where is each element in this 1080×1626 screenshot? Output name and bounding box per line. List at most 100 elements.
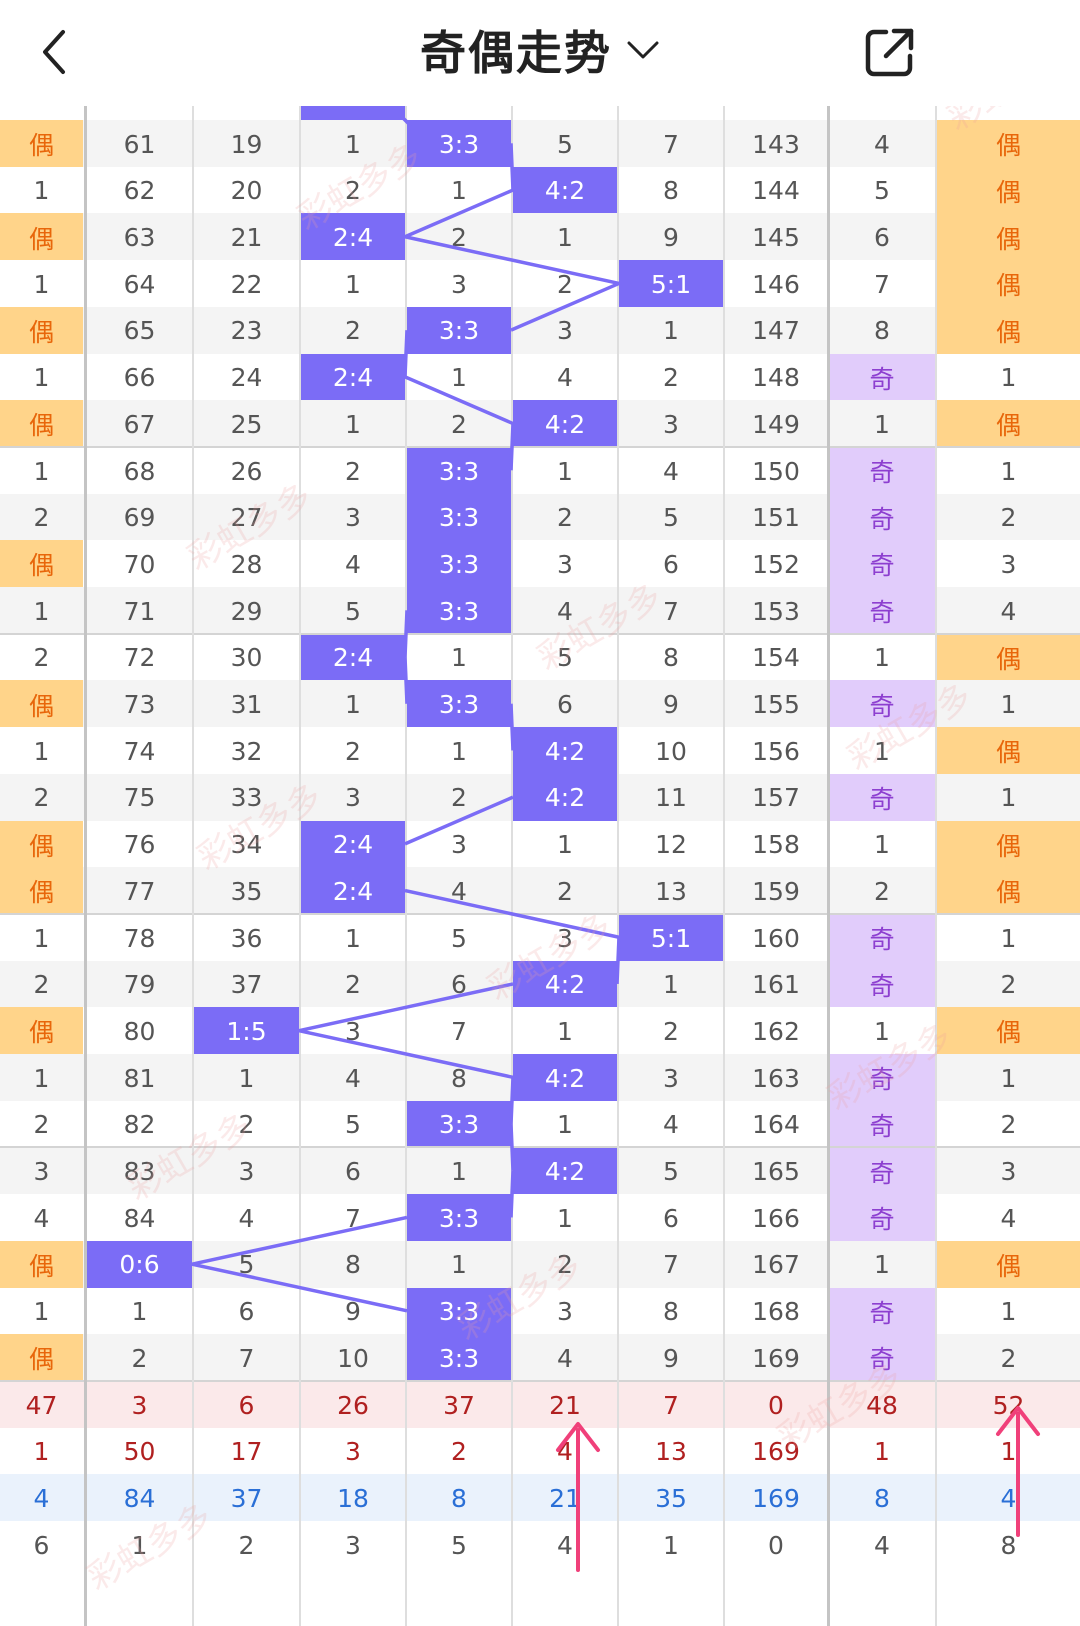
table-cell: 1 xyxy=(451,1157,467,1187)
table-cell: 2 xyxy=(557,503,573,533)
table-cell: 2 xyxy=(874,876,890,906)
table-cell: 13 xyxy=(655,876,687,906)
table-cell: 1 xyxy=(557,1110,573,1140)
even-cell: 偶 xyxy=(937,1240,1080,1290)
stats-cell: 1 xyxy=(663,1530,679,1560)
table-cell: 5 xyxy=(874,176,890,206)
table-cell: 1 xyxy=(1000,1063,1017,1093)
stats-cell: 0 xyxy=(768,1390,784,1420)
table-cell: 1 xyxy=(557,1203,573,1233)
table-cell: 3 xyxy=(1000,1157,1017,1187)
table-cell: 2 xyxy=(1000,1343,1017,1373)
group-divider xyxy=(0,1146,1080,1149)
ratio-cell: 3:3 xyxy=(407,1334,511,1383)
table-cell: 5 xyxy=(238,1250,255,1280)
table-cell: 2 xyxy=(345,176,361,206)
table-cell: 167 xyxy=(752,1250,800,1280)
table-cell: 78 xyxy=(123,923,156,953)
table-cell: 80 xyxy=(123,1016,156,1046)
table-cell: 144 xyxy=(752,176,800,206)
ratio-cell: 4:2 xyxy=(513,166,617,216)
table-cell: 1 xyxy=(33,363,50,393)
table-row: 偶 61 19 1 3:3 5 7 143 4 偶 xyxy=(0,120,1080,169)
share-icon xyxy=(865,28,914,77)
table-cell: 1 xyxy=(451,176,467,206)
chevron-down-icon xyxy=(626,40,660,60)
table-cell: 1 xyxy=(557,1016,573,1046)
table-cell: 165 xyxy=(752,1157,800,1187)
table-cell: 3 xyxy=(33,1157,50,1187)
even-cell: 偶 xyxy=(937,120,1080,169)
stats-cell: 3 xyxy=(345,1437,361,1467)
table-cell: 4 xyxy=(874,129,890,159)
table-cell: 2 xyxy=(451,409,467,439)
table-cell: 1 xyxy=(451,643,467,673)
table-cell: 26 xyxy=(230,456,263,486)
table-cell: 153 xyxy=(752,596,800,626)
even-cell: 偶 xyxy=(0,1240,83,1290)
odd-cell: 奇 xyxy=(829,1054,935,1103)
ratio-cell: 4:2 xyxy=(513,400,617,449)
table-cell: 146 xyxy=(752,269,800,299)
table-cell: 2 xyxy=(1000,1110,1017,1140)
table-cell: 160 xyxy=(752,923,800,953)
table-cell: 1 xyxy=(33,1063,50,1093)
ratio-cell: 1:5 xyxy=(194,1007,299,1056)
ratio-cell: 4:2 xyxy=(513,727,617,776)
odd-cell: 奇 xyxy=(829,773,935,823)
table-cell: 147 xyxy=(752,316,800,346)
table-cell: 8 xyxy=(874,316,890,346)
table-cell: 28 xyxy=(230,549,263,579)
stats-cell: 1 xyxy=(131,1530,148,1560)
stats-cell: 0 xyxy=(768,1530,784,1560)
table-cell: 34 xyxy=(230,830,263,860)
table-cell: 1 xyxy=(874,409,890,439)
table-row: 2 72 30 2:4 1 5 8 154 1 偶 xyxy=(0,633,1080,683)
share-button[interactable] xyxy=(860,22,920,82)
table-cell: 83 xyxy=(123,1157,156,1187)
table-cell: 2 xyxy=(345,736,361,766)
table-cell: 7 xyxy=(451,1016,467,1046)
ratio-cell: 3:3 xyxy=(407,493,511,542)
table-cell: 4 xyxy=(33,1203,50,1233)
column-divider xyxy=(299,106,301,1626)
table-cell: 1 xyxy=(663,970,679,1000)
ratio-cell: 0:6 xyxy=(87,1240,192,1290)
table-cell: 1 xyxy=(874,1250,890,1280)
table-cell: 76 xyxy=(123,830,156,860)
odd-cell: 奇 xyxy=(829,1287,935,1336)
table-cell: 2 xyxy=(33,503,50,533)
table-cell: 4 xyxy=(1000,1203,1017,1233)
ratio-cell: 5:1 xyxy=(619,260,723,309)
even-cell: 偶 xyxy=(937,1007,1080,1056)
table-cell: 1 xyxy=(1000,363,1017,393)
table-cell: 1 xyxy=(238,1063,255,1093)
ratio-cell: 4:2 xyxy=(513,773,617,823)
odd-cell: 奇 xyxy=(829,1194,935,1243)
table-row: 1 68 26 2 3:3 1 4 150 奇 1 xyxy=(0,446,1080,496)
table-cell: 73 xyxy=(123,690,156,720)
table-cell: 1 xyxy=(557,223,573,253)
table-row: 2 75 33 3 2 4:2 11 157 奇 1 xyxy=(0,773,1080,823)
table-cell: 7 xyxy=(663,129,679,159)
table-cell: 6 xyxy=(238,1297,255,1327)
table-cell: 12 xyxy=(655,830,687,860)
table-cell: 1 xyxy=(345,409,361,439)
stats-cell: 35 xyxy=(655,1483,687,1513)
table-cell: 2 xyxy=(345,456,361,486)
table-cell: 162 xyxy=(752,1016,800,1046)
table-cell: 145 xyxy=(752,223,800,253)
table-cell: 3 xyxy=(663,1063,679,1093)
table-cell: 25 xyxy=(230,409,263,439)
table-cell: 6 xyxy=(663,549,679,579)
table-cell: 7 xyxy=(874,269,890,299)
table-cell: 157 xyxy=(752,783,800,813)
stats-cell: 8 xyxy=(874,1483,890,1513)
table-cell: 3 xyxy=(345,783,361,813)
table-cell: 3 xyxy=(557,549,573,579)
column-divider xyxy=(723,106,725,1626)
table-cell: 71 xyxy=(123,596,156,626)
group-divider xyxy=(0,445,1080,448)
table-cell: 84 xyxy=(123,1203,156,1233)
odd-cell: 奇 xyxy=(829,1334,935,1383)
